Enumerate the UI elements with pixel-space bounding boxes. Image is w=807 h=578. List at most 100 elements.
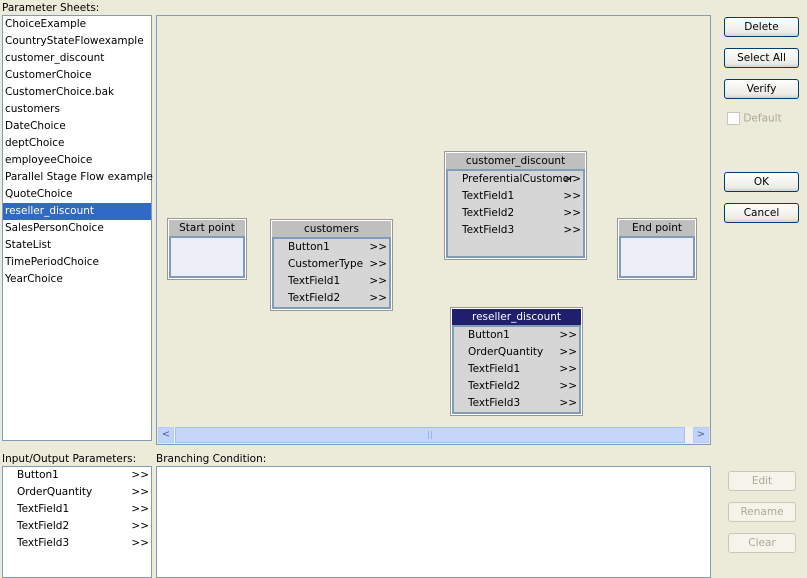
sheet-item[interactable]: QuoteChoice	[3, 186, 151, 203]
node-field[interactable]: PreferentialCustomer >>	[448, 171, 583, 188]
io-param-item[interactable]: TextField1 >>	[3, 501, 151, 518]
node-title: reseller_discount	[452, 309, 581, 327]
field-name: TextField2	[468, 380, 521, 392]
output-arrow-icon[interactable]: >>	[559, 361, 577, 378]
io-param-item[interactable]: OrderQuantity >>	[3, 484, 151, 501]
node-field[interactable]: Button1 >>	[274, 239, 389, 256]
output-arrow-icon[interactable]: >>	[563, 188, 581, 205]
field-name: Button1	[288, 241, 330, 253]
output-arrow-icon[interactable]: >>	[559, 378, 577, 395]
node-field[interactable]: TextField1 >>	[448, 188, 583, 205]
output-arrow-icon[interactable]: >>	[369, 239, 387, 256]
node-field[interactable]: TextField1 >>	[454, 361, 579, 378]
output-arrow-icon: >>	[131, 537, 149, 549]
param-name: TextField1	[17, 503, 70, 515]
sheet-item[interactable]: DateChoice	[3, 118, 151, 135]
field-name: OrderQuantity	[468, 346, 544, 358]
customer-discount-node[interactable]: customer_discount PreferentialCustomer >> T…	[444, 151, 587, 260]
select-all-button[interactable]: Select All	[724, 48, 799, 68]
sheet-item[interactable]: CountryStateFlowexample	[3, 33, 151, 50]
rename-button[interactable]: Rename	[728, 502, 796, 522]
verify-button[interactable]: Verify	[724, 79, 799, 99]
node-field[interactable]: OrderQuantity >>	[454, 344, 579, 361]
io-params-label: Input/Output Parameters:	[2, 453, 137, 465]
param-name: Button1	[17, 469, 59, 481]
sheet-item[interactable]: deptChoice	[3, 135, 151, 152]
delete-button[interactable]: Delete	[724, 17, 799, 37]
param-name: TextField3	[17, 537, 70, 549]
ok-button[interactable]: OK	[724, 172, 799, 192]
node-title: End point	[619, 220, 695, 238]
node-field[interactable]: TextField3 >>	[454, 395, 579, 412]
output-arrow-icon[interactable]: >>	[559, 327, 577, 344]
customers-node[interactable]: customers Button1 >> CustomerType >> TextFiel…	[270, 219, 393, 311]
output-arrow-icon[interactable]: >>	[563, 205, 581, 222]
node-field[interactable]: CustomerType >>	[274, 256, 389, 273]
field-name: PreferentialCustomer	[462, 173, 574, 185]
edit-button[interactable]: Edit	[728, 471, 796, 491]
node-field[interactable]: TextField2 >>	[454, 378, 579, 395]
sheet-item[interactable]: CustomerChoice.bak	[3, 84, 151, 101]
field-name: TextField2	[288, 292, 341, 304]
node-field[interactable]: TextField3 >>	[448, 222, 583, 239]
output-arrow-icon[interactable]: >>	[369, 256, 387, 273]
default-checkbox[interactable]: Default	[727, 112, 782, 125]
output-arrow-icon: >>	[131, 486, 149, 498]
field-name: TextField3	[468, 397, 521, 409]
branching-condition-textarea[interactable]	[156, 466, 711, 578]
end-point-node[interactable]: End point	[617, 218, 697, 280]
param-name: OrderQuantity	[17, 486, 93, 498]
node-title: customers	[272, 221, 391, 239]
branching-label: Branching Condition:	[156, 453, 267, 465]
node-field[interactable]: TextField2 >>	[274, 290, 389, 307]
sheet-item[interactable]: employeeChoice	[3, 152, 151, 169]
output-arrow-icon[interactable]: >>	[369, 290, 387, 307]
reseller-discount-node[interactable]: reseller_discount Button1 >> OrderQuantity >…	[450, 307, 583, 416]
scroll-right-icon[interactable]: >	[693, 427, 709, 443]
field-name: TextField1	[288, 275, 341, 287]
field-name: TextField1	[468, 363, 521, 375]
horizontal-scrollbar[interactable]: < || >	[158, 427, 709, 443]
sheet-item[interactable]: YearChoice	[3, 271, 151, 288]
output-arrow-icon: >>	[131, 469, 149, 481]
start-point-node[interactable]: Start point	[167, 218, 247, 280]
field-name: TextField2	[462, 207, 515, 219]
sheet-item[interactable]: Parallel Stage Flow example	[3, 169, 153, 186]
scroll-left-icon[interactable]: <	[158, 427, 174, 443]
sheet-item[interactable]: CustomerChoice	[3, 67, 151, 84]
sheet-item[interactable]: SalesPersonChoice	[3, 220, 151, 237]
default-label: Default	[743, 112, 782, 125]
output-arrow-icon[interactable]: >>	[563, 222, 581, 239]
node-title: Start point	[169, 220, 245, 238]
output-arrow-icon[interactable]: >>	[563, 171, 581, 188]
cancel-button[interactable]: Cancel	[724, 203, 799, 223]
sheet-item[interactable]: customers	[3, 101, 151, 118]
parameter-sheets-label: Parameter Sheets:	[2, 2, 100, 14]
sheet-item[interactable]: ChoiceExample	[3, 16, 151, 33]
output-arrow-icon: >>	[131, 520, 149, 532]
io-param-item[interactable]: Button1 >>	[3, 467, 151, 484]
parameter-sheets-list[interactable]: ChoiceExample CountryStateFlowexample cust…	[2, 15, 153, 441]
node-field[interactable]: TextField1 >>	[274, 273, 389, 290]
checkbox-box[interactable]	[727, 112, 740, 125]
sheet-item[interactable]: customer_discount	[3, 50, 151, 67]
param-name: TextField2	[17, 520, 70, 532]
field-name: TextField1	[462, 190, 515, 202]
field-name: CustomerType	[288, 258, 364, 270]
node-title: customer_discount	[446, 153, 585, 171]
io-param-item[interactable]: TextField3 >>	[3, 535, 151, 552]
io-params-list[interactable]: Button1 >> OrderQuantity >> TextField1 >> Text…	[2, 466, 152, 578]
node-field[interactable]: Button1 >>	[454, 327, 579, 344]
output-arrow-icon[interactable]: >>	[369, 273, 387, 290]
output-arrow-icon[interactable]: >>	[559, 344, 577, 361]
scroll-thumb[interactable]: ||	[175, 427, 685, 443]
sheet-item[interactable]: StateList	[3, 237, 151, 254]
sheet-item[interactable]: TimePeriodChoice	[3, 254, 151, 271]
output-arrow-icon[interactable]: >>	[559, 395, 577, 412]
field-name: TextField3	[462, 224, 515, 236]
output-arrow-icon: >>	[131, 503, 149, 515]
sheet-item[interactable]: reseller_discount	[3, 203, 151, 220]
io-param-item[interactable]: TextField2 >>	[3, 518, 151, 535]
clear-button[interactable]: Clear	[728, 533, 796, 553]
node-field[interactable]: TextField2 >>	[448, 205, 583, 222]
